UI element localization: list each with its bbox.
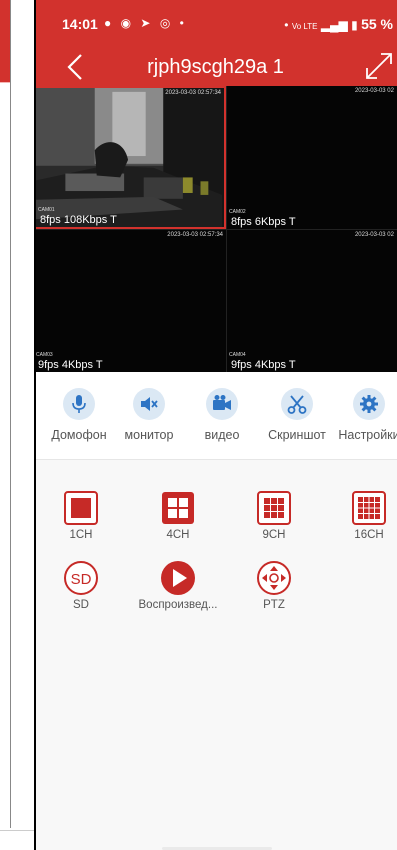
- camera-name: CAM04: [229, 352, 246, 358]
- camera-timestamp: 2023-03-03 02: [354, 88, 394, 94]
- tool-label: Настройки: [338, 428, 397, 442]
- device-title: rjph9scgh29a 1: [147, 56, 284, 78]
- battery-percent: 55 %: [361, 16, 393, 32]
- layout-label: 16CH: [354, 529, 384, 541]
- app-header: 14:01 ● ◉ ➤ ◎ • • Vo LTE ▂▄▆ ▮ 55 % rjph…: [34, 0, 397, 86]
- nine-view-icon: [257, 491, 291, 525]
- camera-name: CAM01: [38, 207, 55, 213]
- function-label: Воспроизвед...: [138, 599, 218, 611]
- fullscreen-button[interactable]: [363, 50, 395, 82]
- camera-timestamp: 2023-03-03 02:57:34: [165, 90, 221, 96]
- layout-16ch-button[interactable]: 16CH: [334, 490, 397, 541]
- status-bar: 14:01 ● ◉ ➤ ◎ • • Vo LTE ▂▄▆ ▮ 55 %: [34, 14, 397, 36]
- record-video-button[interactable]: видео: [187, 388, 257, 442]
- layout-1ch-button[interactable]: 1CH: [46, 490, 116, 541]
- background-app-edge: [0, 0, 34, 850]
- single-view-icon: [64, 491, 98, 525]
- live-view-screen: 14:01 ● ◉ ➤ ◎ • • Vo LTE ▂▄▆ ▮ 55 % rjph…: [34, 0, 397, 850]
- tool-label: Скриншот: [268, 428, 326, 442]
- camera-tile-3[interactable]: 2023-03-03 02:57:34 CAM03 9fps 4Kbps T: [34, 230, 226, 372]
- camera-stream-stats: 8fps 108Kbps T: [40, 214, 117, 226]
- function-label: PTZ: [263, 599, 285, 611]
- background-app-divider: [0, 82, 10, 83]
- signal-app-icon: ◉: [120, 16, 135, 30]
- ptz-control-icon: [257, 561, 291, 595]
- signal-icon: ▂▄▆: [320, 18, 348, 32]
- monitor-button[interactable]: монитор: [114, 388, 184, 442]
- navigation-icon: ➤: [140, 16, 154, 30]
- background-app-border: [10, 0, 11, 828]
- camera-timestamp: 2023-03-03 02:57:34: [167, 232, 223, 238]
- dot-icon: •: [179, 16, 187, 30]
- battery-icon: ▮: [351, 18, 358, 32]
- camera-name: CAM03: [36, 352, 53, 358]
- tool-label: монитор: [124, 428, 174, 442]
- camera-feed-image: [36, 88, 224, 227]
- screenshot-button[interactable]: Скриншот: [262, 388, 332, 442]
- function-panel: 1CH 4CH 9CH 16CH SD SD Воспроизвед... PT…: [34, 460, 397, 850]
- layout-label: 9CH: [262, 529, 286, 541]
- tool-label: видео: [204, 428, 240, 442]
- microphone-icon: [63, 388, 95, 420]
- intercom-button[interactable]: Домофон: [44, 388, 114, 442]
- title-bar: rjph9scgh29a 1: [34, 53, 397, 84]
- scissors-icon: [281, 388, 313, 420]
- svg-text:SD: SD: [71, 571, 92, 588]
- camera-tile-4[interactable]: 2023-03-03 02 CAM04 9fps 4Kbps T: [227, 230, 397, 372]
- playback-button[interactable]: Воспроизвед...: [135, 560, 221, 611]
- sd-card-button[interactable]: SD SD: [46, 560, 116, 611]
- camera-tile-2[interactable]: 2023-03-03 02 CAM02 8fps 6Kbps T: [227, 86, 397, 229]
- camera-tile-1[interactable]: 2023-03-03 02:57:34 CAM01 8fps 108Kbps T: [34, 86, 226, 229]
- camera-stream-stats: 9fps 4Kbps T: [38, 359, 103, 371]
- camera-icon: ◎: [159, 16, 174, 30]
- function-label: SD: [73, 599, 89, 611]
- playback-icon: [161, 561, 195, 595]
- camera-stream-stats: 9fps 4Kbps T: [231, 359, 296, 371]
- chat-icon: ●: [104, 16, 115, 30]
- camera-timestamp: 2023-03-03 02: [354, 232, 394, 238]
- tool-label: Домофон: [51, 428, 107, 442]
- video-record-icon: [206, 388, 238, 420]
- sixteen-view-icon: [352, 491, 386, 525]
- control-toolbar: Домофон монитор видео Скриншот Настройки: [34, 372, 397, 460]
- camera-name: CAM02: [229, 209, 246, 215]
- expand-icon: [366, 53, 392, 79]
- settings-button[interactable]: Настройки: [334, 388, 397, 442]
- background-app-footer-line: [0, 830, 34, 831]
- screen-border: [34, 0, 36, 850]
- camera-grid: 2023-03-03 02:57:34 CAM01 8fps 108Kbps T…: [34, 86, 397, 372]
- gear-icon: [353, 388, 385, 420]
- dot-icon: •: [284, 18, 289, 32]
- layout-label: 1CH: [69, 529, 93, 541]
- speaker-mute-icon: [133, 388, 165, 420]
- layout-4ch-button[interactable]: 4CH: [143, 490, 213, 541]
- network-label: Vo LTE: [291, 22, 318, 31]
- camera-stream-stats: 8fps 6Kbps T: [231, 216, 296, 228]
- notification-icons: ● ◉ ➤ ◎ •: [104, 16, 187, 30]
- sd-card-icon: SD: [64, 561, 98, 595]
- quad-view-icon: [162, 492, 194, 524]
- status-time: 14:01: [62, 16, 98, 32]
- ptz-button[interactable]: PTZ: [239, 560, 309, 611]
- layout-9ch-button[interactable]: 9CH: [239, 490, 309, 541]
- system-status: • Vo LTE ▂▄▆ ▮ 55 %: [284, 16, 393, 32]
- background-app-header: [0, 0, 10, 82]
- layout-label: 4CH: [166, 529, 190, 541]
